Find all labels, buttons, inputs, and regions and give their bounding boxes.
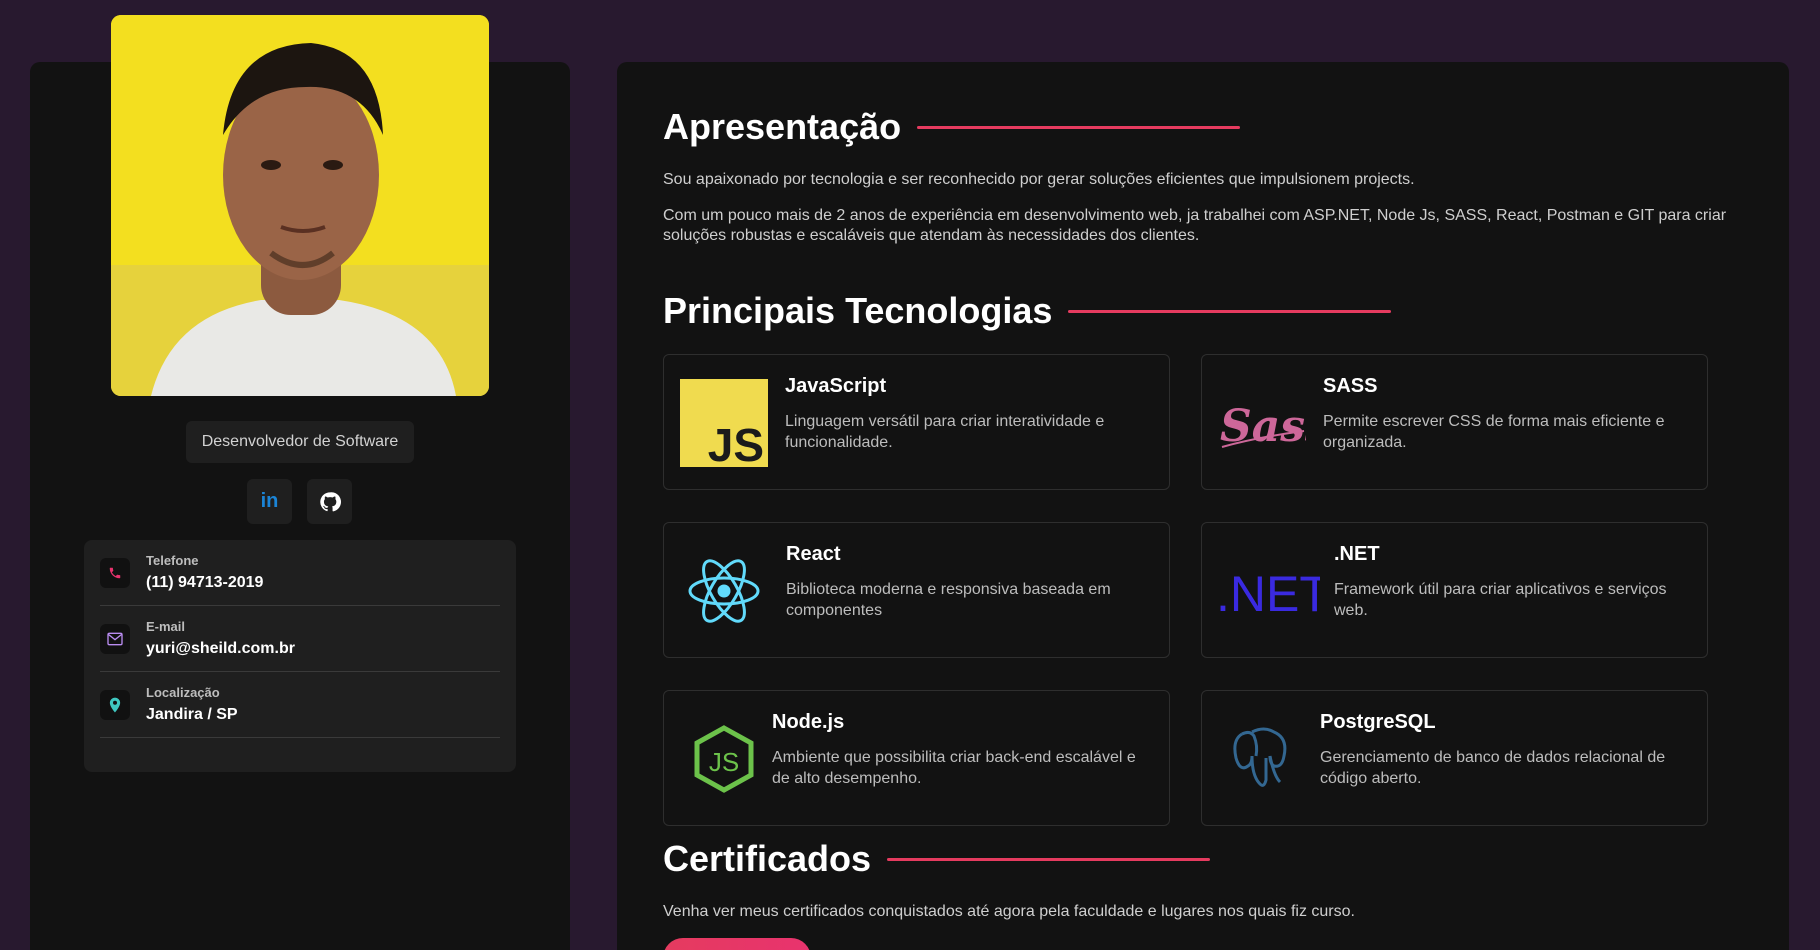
contact-label: Telefone [146,553,199,568]
contact-phone: Telefone (11) 94713-2019 [100,540,500,606]
section-title-tech: Principais Tecnologias [663,290,1392,332]
tech-card-javascript: JS JavaScript Linguagem versátil para cr… [663,354,1170,490]
contact-email: E-mail yuri@sheild.com.br [100,606,500,672]
card-title: PostgreSQL [1320,711,1436,733]
title-underline [1068,309,1392,313]
postgresql-icon [1218,715,1306,803]
sass-icon: Sass [1218,379,1306,467]
card-title: Node.js [772,711,845,733]
svg-text:.NET: .NET [1216,566,1320,621]
javascript-icon: JS [680,379,768,467]
title-underline [917,125,1241,129]
tech-card-dotnet: .NET .NET Framework útil para criar apli… [1201,522,1708,658]
location-value: Jandira / SP [146,706,238,723]
react-icon [680,547,768,635]
portfolio-page: Desenvolvedor de Software in Telefone (1… [0,0,1820,950]
profile-photo [111,15,489,396]
role-badge: Desenvolvedor de Software [186,421,414,463]
section-title-about: Apresentação [663,106,1241,148]
contact-label: E-mail [146,619,186,634]
svg-text:JS: JS [709,747,739,777]
tech-card-sass: Sass SASS Permite escrever CSS de forma … [1201,354,1708,490]
contact-label: Localização [146,685,220,700]
card-description: Linguagem versátil para criar interativi… [785,413,1105,451]
linkedin-button[interactable]: in [247,479,292,524]
svg-text:JS: JS [708,419,764,467]
card-description: Framework útil para criar aplicativos e … [1334,581,1667,619]
phone-icon [100,557,130,588]
card-description: Ambiente que possibilita criar back-end … [772,749,1136,787]
about-title-text: Apresentação [663,106,902,147]
tech-card-react: React Biblioteca moderna e responsiva ba… [663,522,1170,658]
main-content: Apresentação Sou apaixonado por tecnolog… [617,62,1789,950]
certificates-title-text: Certificados [663,838,872,879]
tech-card-postgresql: PostgreSQL Gerenciamento de banco de dad… [1201,690,1708,826]
github-button[interactable] [307,479,352,524]
certificates-button[interactable] [663,938,811,950]
card-title: JavaScript [785,375,887,397]
card-description: Gerenciamento de banco de dados relacion… [1320,749,1666,787]
nodejs-icon: JS [680,715,768,803]
section-title-certificates: Certificados [663,838,1211,880]
card-title: SASS [1323,375,1378,397]
certificates-paragraph: Venha ver meus certificados conquistados… [663,903,1355,920]
card-title: React [786,543,841,565]
about-paragraph-2: Com um pouco mais de 2 anos de experiênc… [663,207,1727,244]
contact-location: Localização Jandira / SP [100,672,500,738]
github-icon [319,491,341,511]
card-description: Permite escrever CSS de forma mais efici… [1323,413,1665,451]
mail-icon [100,623,130,654]
tech-card-nodejs: JS Node.js Ambiente que possibilita cria… [663,690,1170,826]
card-description: Biblioteca moderna e responsiva baseada … [786,581,1111,619]
email-value: yuri@sheild.com.br [146,640,295,657]
title-underline [887,857,1211,861]
tech-title-text: Principais Tecnologias [663,290,1053,331]
phone-value: (11) 94713-2019 [146,574,264,591]
contact-info: Telefone (11) 94713-2019 E-mail yuri@she… [84,540,516,772]
card-title: .NET [1334,543,1380,565]
location-icon [100,689,130,720]
dotnet-icon: .NET [1216,547,1320,635]
linkedin-icon: in [260,490,279,512]
about-paragraph-1: Sou apaixonado por tecnologia e ser reco… [663,171,1415,188]
